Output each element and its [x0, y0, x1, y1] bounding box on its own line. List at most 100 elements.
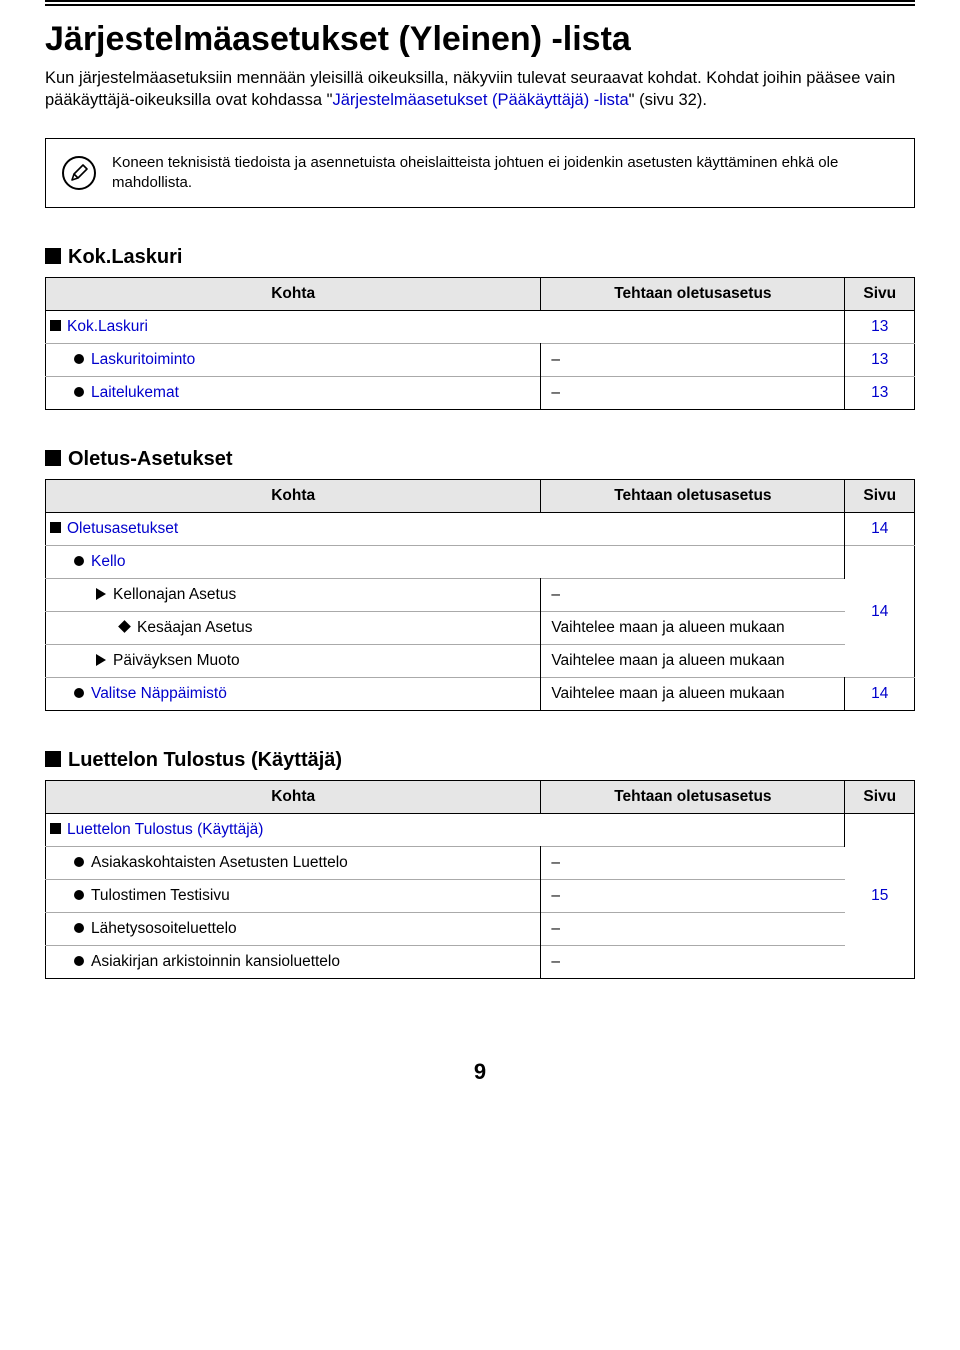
square-icon	[50, 522, 61, 533]
table-row: Kellonajan Asetus –	[46, 579, 915, 612]
item-link[interactable]: Kello	[91, 553, 125, 570]
cell-item: Valitse Näppäimistö	[46, 678, 541, 711]
cell-page[interactable]: 15	[845, 814, 915, 979]
cell-item: Kellonajan Asetus	[46, 579, 541, 612]
cell-default: –	[541, 377, 845, 410]
table-header-row: Kohta Tehtaan oletusasetus Sivu	[46, 480, 915, 513]
cell-item: Tulostimen Testisivu	[46, 880, 541, 913]
cell-page[interactable]: 13	[845, 377, 915, 410]
table-row: Asiakirjan arkistoinnin kansioluettelo –	[46, 946, 915, 979]
table-row: Luettelon Tulostus (Käyttäjä) 15	[46, 814, 915, 847]
note-text: Koneen teknisistä tiedoista ja asennetui…	[112, 153, 898, 194]
cell-item: Kesäajan Asetus	[46, 612, 541, 645]
cell-item: Asiakirjan arkistoinnin kansioluettelo	[46, 946, 541, 979]
pencil-icon	[62, 156, 96, 190]
item-label: Kesäajan Asetus	[137, 619, 252, 636]
cell-item: Kello	[46, 546, 845, 579]
cell-page[interactable]: 14	[845, 678, 915, 711]
bullet-icon	[74, 857, 84, 867]
table-oletus: Kohta Tehtaan oletusasetus Sivu Oletusas…	[45, 479, 915, 711]
cell-default: Vaihtelee maan ja alueen mukaan	[541, 678, 845, 711]
page-title: Järjestelmäasetukset (Yleinen) -lista	[45, 20, 915, 59]
table-row: Lähetysosoiteluettelo –	[46, 913, 915, 946]
page-top-divider	[45, 0, 915, 6]
item-label: Asiakirjan arkistoinnin kansioluettelo	[91, 953, 340, 970]
col-header-page: Sivu	[845, 278, 915, 311]
cell-page[interactable]: 13	[845, 311, 915, 344]
table-row: Valitse Näppäimistö Vaihtelee maan ja al…	[46, 678, 915, 711]
cell-page[interactable]: 14	[845, 513, 915, 546]
triangle-right-icon	[96, 654, 106, 666]
table-row: Kok.Laskuri 13	[46, 311, 915, 344]
cell-page[interactable]: 13	[845, 344, 915, 377]
table-row: Laitelukemat – 13	[46, 377, 915, 410]
cell-item: Laitelukemat	[46, 377, 541, 410]
cell-default: –	[541, 847, 845, 880]
bullet-icon	[74, 688, 84, 698]
note-box: Koneen teknisistä tiedoista ja asennetui…	[45, 138, 915, 209]
table-row: Kello 14	[46, 546, 915, 579]
item-link[interactable]: Luettelon Tulostus (Käyttäjä)	[67, 821, 263, 838]
bullet-icon	[74, 890, 84, 900]
cell-item: Kok.Laskuri	[46, 311, 845, 344]
bullet-icon	[74, 923, 84, 933]
square-icon	[50, 320, 61, 331]
col-header-page: Sivu	[845, 781, 915, 814]
bullet-icon	[74, 387, 84, 397]
col-header-item: Kohta	[46, 480, 541, 513]
cell-item: Luettelon Tulostus (Käyttäjä)	[46, 814, 845, 847]
pencil-icon-svg	[69, 163, 89, 183]
table-row: Tulostimen Testisivu –	[46, 880, 915, 913]
table-header-row: Kohta Tehtaan oletusasetus Sivu	[46, 278, 915, 311]
item-label: Lähetysosoiteluettelo	[91, 920, 237, 937]
table-row: Kesäajan Asetus Vaihtelee maan ja alueen…	[46, 612, 915, 645]
cell-item: Laskuritoiminto	[46, 344, 541, 377]
section-heading-oletus: Oletus-Asetukset	[45, 448, 915, 471]
item-link[interactable]: Kok.Laskuri	[67, 318, 148, 335]
col-header-page: Sivu	[845, 480, 915, 513]
cell-default: –	[541, 946, 845, 979]
table-row: Asiakaskohtaisten Asetusten Luettelo –	[46, 847, 915, 880]
cell-item: Päiväyksen Muoto	[46, 645, 541, 678]
table-row: Päiväyksen Muoto Vaihtelee maan ja aluee…	[46, 645, 915, 678]
diamond-icon	[118, 620, 131, 633]
table-row: Laskuritoiminto – 13	[46, 344, 915, 377]
intro-link[interactable]: Järjestelmäasetukset (Pääkäyttäjä) -list…	[332, 91, 628, 109]
cell-item: Oletusasetukset	[46, 513, 845, 546]
cell-item: Asiakaskohtaisten Asetusten Luettelo	[46, 847, 541, 880]
col-header-item: Kohta	[46, 278, 541, 311]
cell-default: Vaihtelee maan ja alueen mukaan	[541, 645, 845, 678]
intro-paragraph: Kun järjestelmäasetuksiin mennään yleisi…	[45, 67, 915, 112]
item-label: Päiväyksen Muoto	[113, 652, 240, 669]
bullet-icon	[74, 354, 84, 364]
item-link[interactable]: Laitelukemat	[91, 384, 179, 401]
cell-page[interactable]: 14	[845, 546, 915, 678]
item-label: Kellonajan Asetus	[113, 586, 236, 603]
item-link[interactable]: Oletusasetukset	[67, 520, 178, 537]
bullet-icon	[74, 556, 84, 566]
table-kok: Kohta Tehtaan oletusasetus Sivu Kok.Lask…	[45, 277, 915, 410]
item-label: Tulostimen Testisivu	[91, 887, 230, 904]
table-luettelo: Kohta Tehtaan oletusasetus Sivu Luettelo…	[45, 780, 915, 979]
page-number: 9	[45, 1059, 915, 1085]
item-label: Asiakaskohtaisten Asetusten Luettelo	[91, 854, 348, 871]
table-row: Oletusasetukset 14	[46, 513, 915, 546]
intro-text-2: " (sivu 32).	[629, 91, 707, 109]
table-header-row: Kohta Tehtaan oletusasetus Sivu	[46, 781, 915, 814]
cell-default: –	[541, 880, 845, 913]
cell-item: Lähetysosoiteluettelo	[46, 913, 541, 946]
cell-default: Vaihtelee maan ja alueen mukaan	[541, 612, 845, 645]
col-header-default: Tehtaan oletusasetus	[541, 781, 845, 814]
section-heading-kok: Kok.Laskuri	[45, 246, 915, 269]
col-header-item: Kohta	[46, 781, 541, 814]
item-link[interactable]: Laskuritoiminto	[91, 351, 195, 368]
col-header-default: Tehtaan oletusasetus	[541, 278, 845, 311]
cell-default: –	[541, 579, 845, 612]
section-heading-luettelo: Luettelon Tulostus (Käyttäjä)	[45, 749, 915, 772]
item-link[interactable]: Valitse Näppäimistö	[91, 685, 227, 702]
col-header-default: Tehtaan oletusasetus	[541, 480, 845, 513]
cell-default: –	[541, 913, 845, 946]
triangle-right-icon	[96, 588, 106, 600]
square-icon	[50, 823, 61, 834]
cell-default: –	[541, 344, 845, 377]
